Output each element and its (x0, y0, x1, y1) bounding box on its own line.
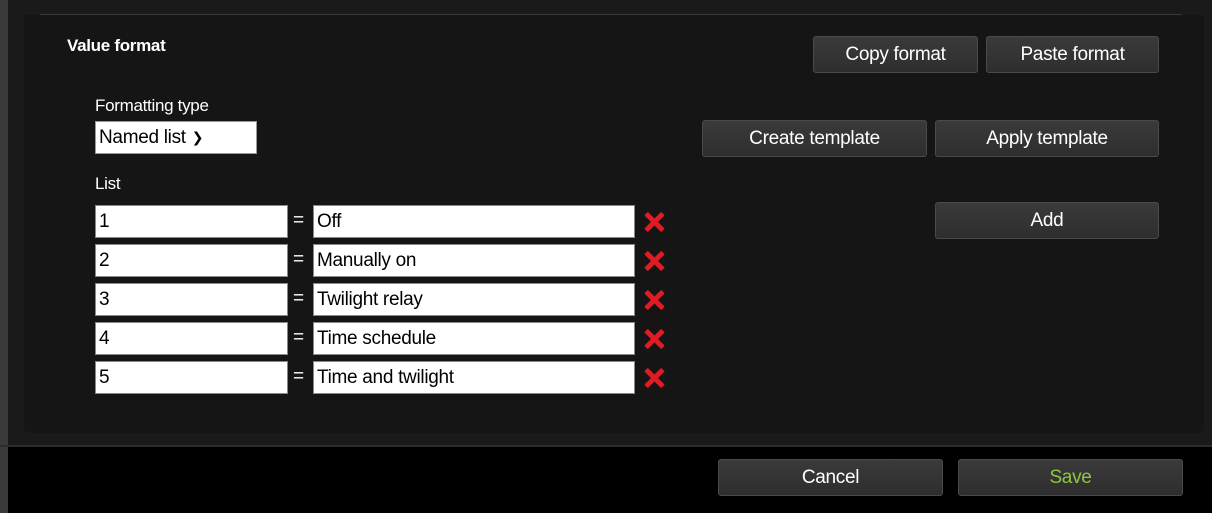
list-item-value-input[interactable]: Time schedule (313, 322, 635, 355)
list-item-value-input[interactable]: Manually on (313, 244, 635, 277)
list-item-value-input[interactable]: Twilight relay (313, 283, 635, 316)
delete-x-icon[interactable] (642, 327, 666, 351)
delete-x-icon[interactable] (642, 288, 666, 312)
equals-sign: = (293, 210, 305, 231)
list-item-key-input[interactable]: 3 (95, 283, 288, 316)
window-left-edge (0, 0, 8, 513)
equals-sign: = (293, 249, 305, 270)
equals-sign: = (293, 327, 305, 348)
list-label: List (95, 174, 121, 193)
list-item-key-input[interactable]: 2 (95, 244, 288, 277)
chevron-down-icon: ❯ (191, 129, 204, 145)
section-title: Value format (67, 36, 166, 55)
list-item-key-input[interactable]: 4 (95, 322, 288, 355)
formatting-type-label: Formatting type (95, 96, 209, 115)
equals-sign: = (293, 288, 305, 309)
list-item-value-input[interactable]: Off (313, 205, 635, 238)
list-item-value-input[interactable]: Time and twilight (313, 361, 635, 394)
delete-x-icon[interactable] (642, 210, 666, 234)
footer-divider (0, 445, 1212, 447)
copy-format-button[interactable]: Copy format (813, 36, 978, 73)
equals-sign: = (293, 366, 305, 387)
apply-template-button[interactable]: Apply template (935, 120, 1159, 157)
add-button[interactable]: Add (935, 202, 1159, 239)
formatting-type-select[interactable]: Named list ❯ (95, 121, 257, 154)
list-item-key-input[interactable]: 5 (95, 361, 288, 394)
delete-x-icon[interactable] (642, 366, 666, 390)
cancel-button[interactable]: Cancel (718, 459, 943, 496)
list-item-key-input[interactable]: 1 (95, 205, 288, 238)
formatting-type-value: Named list (99, 126, 186, 148)
delete-x-icon[interactable] (642, 249, 666, 273)
create-template-button[interactable]: Create template (702, 120, 927, 157)
save-button[interactable]: Save (958, 459, 1183, 496)
paste-format-button[interactable]: Paste format (986, 36, 1159, 73)
